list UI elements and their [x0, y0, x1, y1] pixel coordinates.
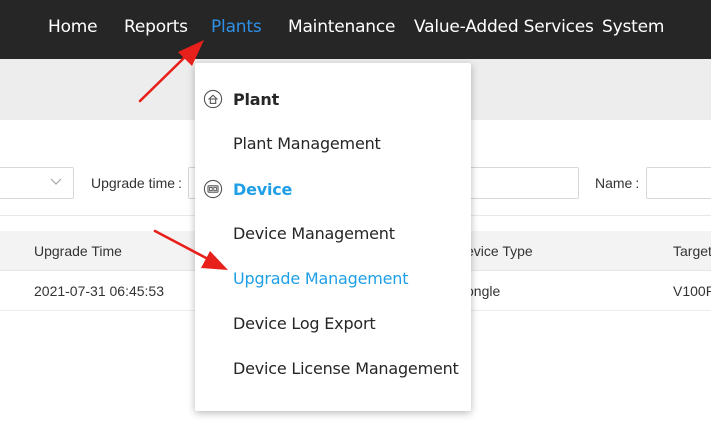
menu-item-device-log-export[interactable]: Device Log Export — [233, 314, 376, 333]
nav-home[interactable]: Home — [48, 17, 98, 37]
cell-device-type: ongle — [466, 283, 501, 299]
column-header-upgrade-time[interactable]: Upgrade Time — [34, 243, 122, 259]
device-icon — [203, 179, 223, 199]
menu-item-upgrade-management[interactable]: Upgrade Management — [233, 269, 408, 288]
top-nav-bar: Home Reports Plants Maintenance Value-Ad… — [0, 0, 711, 59]
plant-group-title: Plant — [233, 89, 280, 109]
column-header-device-type[interactable]: evice Type — [466, 243, 533, 259]
cell-target: V100R — [673, 283, 711, 299]
plant-group-header: Plant — [203, 88, 279, 110]
chevron-down-icon — [50, 175, 62, 190]
nav-plants[interactable]: Plants — [211, 17, 262, 37]
name-input[interactable] — [646, 167, 711, 199]
column-header-target[interactable]: Target — [673, 243, 711, 259]
app-page: Home Reports Plants Maintenance Value-Ad… — [0, 0, 711, 435]
nav-value-added-services[interactable]: Value-Added Services — [414, 17, 594, 37]
device-group-header: Device — [203, 178, 292, 200]
menu-item-device-management[interactable]: Device Management — [233, 224, 395, 243]
menu-item-device-license-management[interactable]: Device License Management — [233, 359, 459, 378]
cell-upgrade-time: 2021-07-31 06:45:53 — [34, 283, 164, 299]
device-group-title: Device — [233, 179, 293, 199]
filter-select[interactable] — [0, 167, 74, 199]
menu-item-plant-management[interactable]: Plant Management — [233, 134, 381, 153]
plant-icon — [203, 89, 223, 109]
name-label: Name: — [595, 175, 640, 191]
nav-maintenance[interactable]: Maintenance — [288, 17, 395, 37]
upgrade-time-label: Upgrade time: — [91, 175, 182, 191]
upgrade-time-end-input[interactable] — [460, 167, 579, 199]
nav-system[interactable]: System — [602, 17, 664, 37]
plants-dropdown-menu: Plant Plant Management Device Device Man… — [195, 63, 471, 411]
nav-reports[interactable]: Reports — [124, 17, 188, 37]
